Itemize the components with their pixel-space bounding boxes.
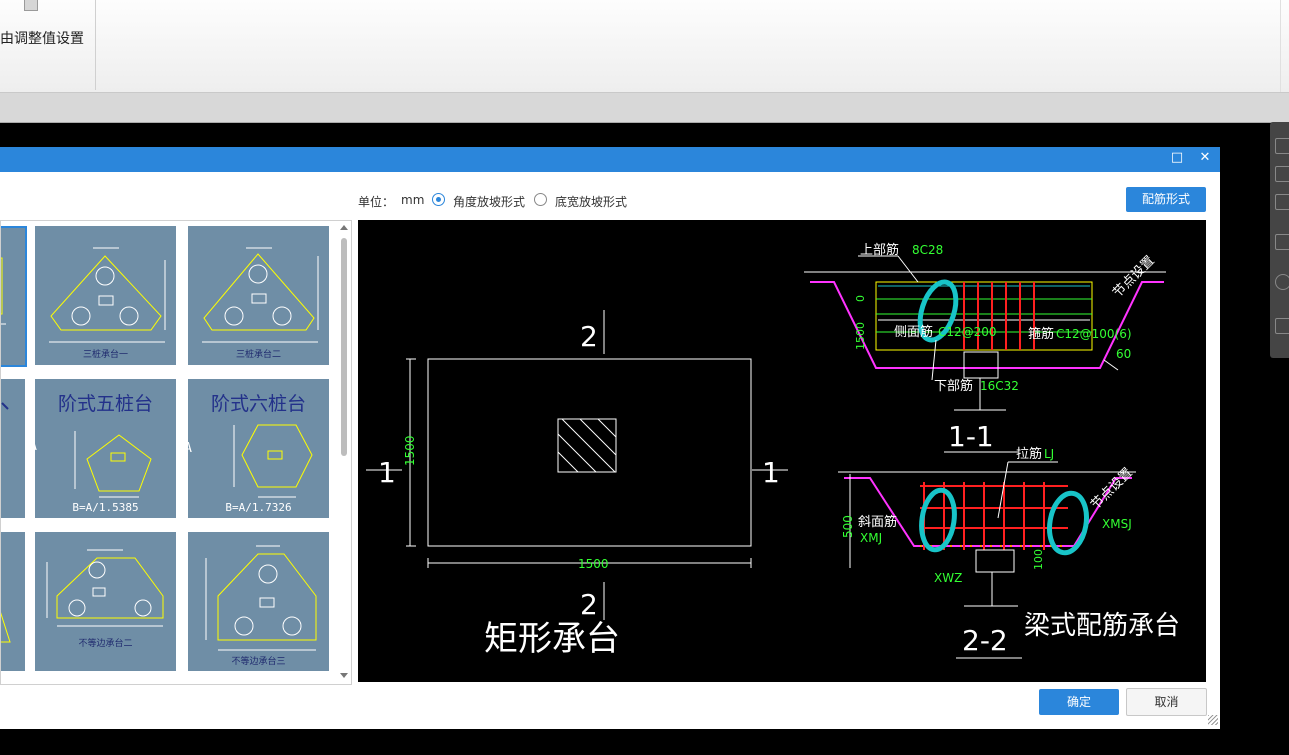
gallery-item[interactable]: 阶式六桩台 A B=A/1.7326: [188, 379, 329, 518]
maximize-button[interactable]: □: [1168, 150, 1186, 165]
layer-icon[interactable]: [1275, 194, 1289, 210]
top-bar-value: 8C28: [912, 243, 943, 257]
plan-section-bottom: 2: [580, 588, 598, 621]
plan-view: 2 2 1 1 1500 1500 矩形承台: [366, 310, 788, 659]
width-slope-radio[interactable]: [534, 193, 547, 206]
plan-dim-height: 1500: [403, 435, 417, 466]
gallery-item-partial[interactable]: [1, 532, 25, 671]
adjust-setting-button[interactable]: 由调整值设置: [0, 28, 84, 48]
circle-icon[interactable]: [1275, 274, 1289, 290]
gallery-item[interactable]: 阶式五桩台 A B=A/1.5385: [35, 379, 176, 518]
ribbon-edge: [1280, 0, 1281, 92]
side-bar-value: C12@200: [938, 325, 997, 339]
bottom-bar-code: XWZ: [934, 571, 962, 585]
gallery-item-formula: B=A/1.5385: [72, 501, 139, 514]
section-1-1: 上部筋 8C28 侧面筋 C12@200 箍筋 C12@100(6) 下部筋 1…: [804, 242, 1166, 453]
resize-grip-icon[interactable]: [1208, 715, 1218, 725]
slope-angle: 60: [1116, 347, 1131, 361]
view-3d-icon[interactable]: [1275, 166, 1289, 182]
close-button[interactable]: ✕: [1196, 150, 1214, 165]
angle-slope-radio[interactable]: [432, 193, 445, 206]
drawing-preview: 2 2 1 1 1500 1500 矩形承台 上部筋 8C28 侧面筋 C12@…: [358, 220, 1206, 682]
plan-section-left: 1: [378, 456, 396, 489]
node-setting-label-1[interactable]: 节点设置: [1110, 253, 1157, 300]
node-setting-label-2[interactable]: 节点设置: [1088, 465, 1135, 512]
stirrup-label: 箍筋: [1028, 326, 1054, 342]
grid-icon[interactable]: [1275, 318, 1289, 334]
setting-icon[interactable]: [24, 0, 38, 11]
plan-section-right: 1: [762, 456, 780, 489]
gallery-item[interactable]: 不等边承台三: [188, 532, 329, 671]
ok-button[interactable]: 确定: [1039, 689, 1119, 715]
tie-bar-label: 拉筋: [1016, 446, 1042, 462]
section-1-label: 1-1: [948, 420, 994, 453]
view-toolbar: [1270, 122, 1289, 358]
gallery-item-caption: 三桩承台二: [235, 350, 281, 360]
gallery-item-caption: 三桩承台一: [82, 350, 128, 360]
ribbon-separator: [95, 0, 96, 90]
dialog-titlebar: □ ✕: [0, 147, 1220, 172]
ribbon-toolbar: 由调整值设置: [0, 0, 1289, 93]
section-2-label: 2-2: [962, 624, 1008, 657]
section1-dim-left: 1500: [854, 322, 867, 350]
gallery-item-partial[interactable]: [1, 379, 25, 518]
tie-bar-value: LJ: [1044, 447, 1054, 461]
section1-dim-0: 0: [854, 295, 867, 302]
width-slope-label[interactable]: 底宽放坡形式: [555, 193, 627, 210]
bottom-bar-value: 16C32: [980, 379, 1019, 393]
box-icon[interactable]: [1275, 234, 1289, 250]
plan-section-top: 2: [580, 320, 598, 353]
orbit-icon[interactable]: [1275, 138, 1289, 154]
section2-dim-500: 500: [841, 515, 855, 538]
gallery-item-selected[interactable]: [1, 226, 27, 367]
rebar-form-button[interactable]: 配筋形式: [1126, 187, 1206, 212]
plan-dim-width: 1500: [578, 557, 609, 571]
stirrup-value: C12@100(6): [1056, 327, 1132, 341]
slope-bar-left: XMJ: [860, 531, 882, 545]
gallery-item-dim: A: [188, 441, 228, 456]
section-2-2: 拉筋 LJ 斜面筋 XMJ XMSJ XWZ 500 100 节点设置 2-2 …: [838, 446, 1180, 659]
gallery-item-formula: B=A/1.7326: [225, 501, 292, 514]
slope-bar-right: XMSJ: [1102, 517, 1132, 531]
slope-bar-label: 斜面筋: [858, 514, 897, 530]
top-bar-label: 上部筋: [860, 242, 899, 258]
unit-value: mm: [401, 193, 425, 207]
cap-selection-dialog: □ ✕ 单位： mm 角度放坡形式 底宽放坡形式 配筋形式 三桩承台一 三桩承台…: [0, 147, 1220, 729]
gallery-item-caption: 不等边承台三: [231, 657, 286, 667]
unit-label: 单位：: [358, 195, 395, 209]
gallery-item-caption: 不等边承台二: [78, 639, 133, 649]
gallery-item[interactable]: 三桩承台二: [188, 226, 329, 365]
section2-dim-100: 100: [1032, 549, 1045, 570]
gallery-scrollbar-thumb[interactable]: [341, 238, 347, 456]
scroll-up-icon[interactable]: [340, 225, 348, 230]
ribbon-bottom-strip: [0, 93, 1289, 123]
gallery-item[interactable]: 不等边承台二: [35, 532, 176, 671]
beam-cap-title: 梁式配筋承台: [1024, 611, 1180, 641]
gallery-item[interactable]: 三桩承台一: [35, 226, 176, 365]
side-bar-label: 侧面筋: [894, 324, 933, 340]
cancel-button[interactable]: 取消: [1126, 688, 1207, 716]
scroll-down-icon[interactable]: [340, 673, 348, 678]
angle-slope-label[interactable]: 角度放坡形式: [453, 193, 525, 210]
bottom-bar-label: 下部筋: [934, 378, 973, 394]
gallery-item-dim: A: [35, 439, 73, 454]
cap-type-gallery: 三桩承台一 三桩承台二 阶式五桩台 B=A/1.5385 阶式六桩台 B=A/1…: [0, 220, 352, 685]
plan-title: 矩形承台: [484, 619, 620, 659]
